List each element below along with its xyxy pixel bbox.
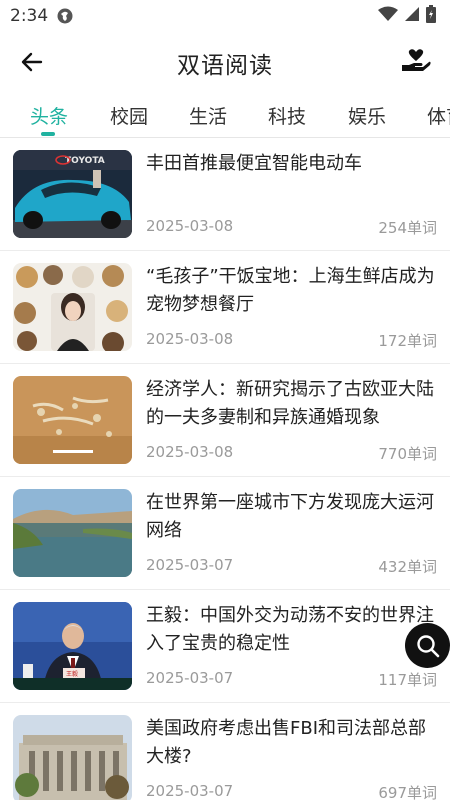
tab-tech[interactable]: 科技: [268, 102, 306, 129]
article-thumbnail: 王毅: [13, 602, 132, 690]
search-icon: [416, 634, 439, 657]
favorites-button[interactable]: [400, 46, 432, 78]
list-item[interactable]: 美国政府考虑出售FBI和司法部总部大楼? 2025-03-07 697单词: [0, 703, 450, 800]
status-time: 2:34: [10, 6, 49, 26]
article-word-count: 697单词: [378, 784, 437, 800]
active-tab-indicator: [41, 132, 55, 136]
app-bar: 双语阅读: [0, 32, 450, 92]
article-thumbnail: [13, 376, 132, 464]
article-word-count: 117单词: [378, 671, 437, 689]
article-date: 2025-03-08: [146, 443, 234, 461]
list-item[interactable]: “毛孩子”干饭宝地：上海生鲜店成为宠物梦想餐厅 2025-03-08 172单词: [0, 251, 450, 364]
article-title: 美国政府考虑出售FBI和司法部总部大楼?: [146, 718, 427, 767]
tab-sports[interactable]: 体育: [427, 102, 450, 129]
tab-life[interactable]: 生活: [189, 102, 227, 129]
article-title: 经济学人：新研究揭示了古欧亚大陆的一夫多妻制和异族通婚现象: [146, 379, 434, 428]
article-thumbnail: [13, 489, 132, 577]
article-thumbnail: [13, 715, 132, 800]
status-bar: 2:34: [0, 0, 450, 32]
battery-icon: [426, 5, 436, 27]
page-title: 双语阅读: [177, 53, 273, 79]
article-thumbnail: TOYOTA: [13, 150, 132, 238]
signal-icon: [404, 6, 420, 26]
thumbnail-name-plate: 王毅: [66, 670, 78, 678]
status-icons: [378, 5, 436, 27]
list-item[interactable]: TOYOTA 丰田首推最便宜智能电动车 2025-03-08 254单词: [0, 138, 450, 251]
thumbnail-brand-text: TOYOTA: [65, 156, 105, 166]
search-button[interactable]: [405, 623, 450, 668]
hand-heart-icon: [402, 49, 431, 71]
list-item[interactable]: 王毅 王毅：中国外交为动荡不安的世界注入了宝贵的稳定性 2025-03-07 1…: [0, 590, 450, 703]
article-title: “毛孩子”干饭宝地：上海生鲜店成为宠物梦想餐厅: [146, 266, 435, 315]
article-date: 2025-03-08: [146, 330, 234, 348]
article-date: 2025-03-07: [146, 556, 234, 574]
category-tabs: 头条 校园 生活 科技 娱乐 体育: [0, 92, 450, 138]
tab-entertainment[interactable]: 娱乐: [348, 102, 386, 129]
article-date: 2025-03-07: [146, 669, 234, 687]
article-word-count: 172单词: [378, 332, 437, 350]
tab-headlines[interactable]: 头条: [30, 102, 68, 129]
list-item[interactable]: 在世界第一座城市下方发现庞大运河网络 2025-03-07 432单词: [0, 477, 450, 590]
article-date: 2025-03-07: [146, 782, 234, 800]
article-title: 在世界第一座城市下方发现庞大运河网络: [146, 492, 434, 541]
wifi-icon: [378, 6, 398, 26]
list-item[interactable]: 经济学人：新研究揭示了古欧亚大陆的一夫多妻制和异族通婚现象 2025-03-08…: [0, 364, 450, 477]
article-title: 丰田首推最便宜智能电动车: [146, 153, 362, 174]
article-thumbnail: [13, 263, 132, 351]
article-word-count: 254单词: [378, 219, 437, 237]
article-word-count: 432单词: [378, 558, 437, 576]
vpn-icon: [56, 7, 74, 25]
article-word-count: 770单词: [378, 445, 437, 463]
tab-campus[interactable]: 校园: [110, 102, 148, 129]
article-title: 王毅：中国外交为动荡不安的世界注入了宝贵的稳定性: [146, 605, 434, 654]
article-date: 2025-03-08: [146, 217, 234, 235]
